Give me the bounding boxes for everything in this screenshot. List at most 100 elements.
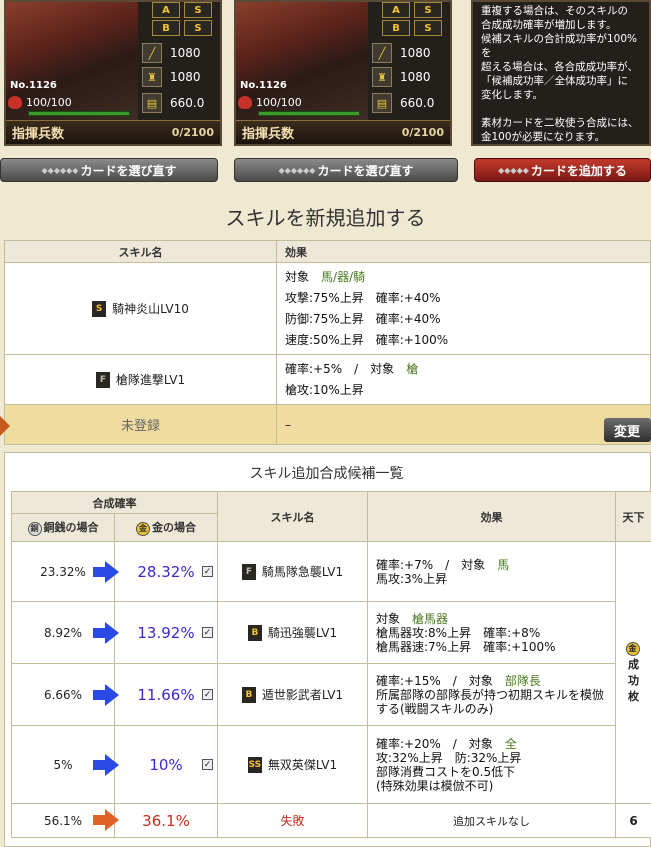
change-button[interactable]: 変更: [604, 418, 651, 442]
rank-badge: F: [241, 563, 256, 580]
candidate-row: 6.66% 11.66% ✓ B 遁世影武者LV1 確率:+15% / 対象 部隊長…: [11, 663, 651, 726]
info-line: 変化します。: [481, 89, 543, 101]
info-line: 素材カードを二枚使う合成には、: [481, 117, 639, 129]
book-icon: ▤: [372, 93, 392, 113]
armor-icon: ♜: [142, 67, 162, 87]
side-header: 天下: [615, 491, 651, 542]
gold-coin-icon: 金: [625, 641, 640, 656]
arrow-icon: [93, 684, 119, 706]
skill-table: スキル名 効果 S 騎神炎山LV10 対象 馬/器/騎 攻撃:75%上昇 確率:+…: [4, 240, 651, 445]
effect-header: 効果: [367, 491, 616, 542]
skill-effect: 対象 槍馬器 槍馬器攻:8%上昇 確率:+8% 槍馬器速:7%上昇 確率:+100%: [367, 601, 616, 664]
skill-name: 遁世影武者LV1: [261, 688, 344, 702]
hp-bar: [258, 111, 360, 116]
skill-row: F 槍隊進撃LV1 確率:+5% / 対象 槍 槍攻:10%上昇: [4, 354, 651, 405]
arrow-icon: [93, 561, 119, 583]
checkbox-icon[interactable]: ✓: [202, 689, 213, 700]
heart-icon: [8, 96, 22, 109]
candidate-panel: スキル追加合成候補一覧 合成確率 スキル名 効果 天下 銅銅銭の場合 金金の場合…: [4, 452, 651, 847]
unregistered-row[interactable]: 未登録 –: [4, 404, 651, 445]
row-pointer-icon: [0, 416, 10, 436]
gold-coin-icon: 金: [136, 521, 150, 536]
skill-effect: 確率:+20% / 対象 全攻:32%上昇 防:32%上昇 部隊消費コストを0.5…: [367, 725, 616, 804]
candidate-row: 5% 10% ✓ SS 無双英傑LV1 確率:+20% / 対象 全攻:32%上昇 …: [11, 725, 651, 804]
info-line: 金100が必要になります。: [481, 131, 605, 143]
checkbox-icon[interactable]: ✓: [202, 566, 213, 577]
rank-badge: S: [92, 300, 107, 317]
add-card-button[interactable]: ◆◆◆◆◆ カードを追加する: [474, 158, 651, 182]
spd-stat: ▤ 660.0: [142, 92, 204, 114]
side-bottom: 6: [615, 803, 651, 838]
card-skill-badges: BS: [382, 20, 442, 36]
unregistered-effect: –: [276, 404, 651, 445]
unregistered-label: 未登録: [4, 404, 277, 445]
skill-name: 騎迅強襲LV1: [267, 626, 338, 640]
armor-icon: ♜: [372, 67, 392, 87]
skill-name: 無双英傑LV1: [267, 758, 338, 772]
info-line: 重複する場合は、そのスキルの: [481, 5, 628, 17]
card-skill-badges: AS: [152, 2, 212, 18]
checkbox-icon[interactable]: ✓: [202, 627, 213, 638]
card-skill-badges: AS: [382, 2, 442, 18]
atk-stat: ╱ 1080: [142, 42, 201, 64]
atk-stat: ╱ 1080: [372, 42, 431, 64]
arrow-icon: [93, 809, 119, 831]
skill-name-header: スキル名: [4, 240, 277, 263]
rank-badge: B: [247, 624, 262, 641]
hp-bar: [28, 111, 130, 116]
candidate-title: スキル追加合成候補一覧: [249, 466, 404, 482]
skill-name: 騎馬隊急襲LV1: [261, 565, 344, 579]
def-stat: ♜ 1080: [372, 66, 431, 88]
arrow-icon: [93, 622, 119, 644]
hp-display: 100/100: [238, 96, 302, 109]
info-box: 重複する場合は、そのスキルの 合成成功確率が増加します。 候補スキルの合計成功率…: [471, 0, 651, 146]
page-heading: スキルを新規追加する: [225, 206, 426, 230]
info-line: 合成成功確率が増加します。: [481, 19, 617, 31]
copper-coin-icon: 銅: [27, 521, 42, 536]
fail-row: 56.1% 36.1% 失敗 追加スキルなし 6: [11, 803, 651, 838]
candidate-table: 合成確率 スキル名 効果 天下 銅銅銭の場合 金金の場合 23.32% 28.3…: [11, 491, 651, 838]
fail-label: 失敗: [217, 803, 368, 838]
card-number: No.1126: [10, 80, 57, 91]
checkbox-icon[interactable]: ✓: [202, 759, 213, 770]
def-stat: ♜ 1080: [142, 66, 201, 88]
spear-icon: ╱: [372, 43, 392, 63]
hp-display: 100/100: [8, 96, 72, 109]
heart-icon: [238, 96, 252, 109]
effect-header: 効果: [276, 240, 651, 263]
skill-name-header: スキル名: [217, 491, 368, 542]
rate-header: 合成確率: [11, 491, 218, 514]
skill-effect: 確率:+5% / 対象 槍 槍攻:10%上昇: [276, 354, 651, 405]
material-card-2[interactable]: AS BS ╱ 1080 ♜ 1080 ▤ 660.0 No.1126 100/100…: [234, 0, 452, 146]
info-line: [481, 102, 641, 116]
rank-badge: SS: [247, 756, 262, 773]
gold-rate: 36.1%: [142, 811, 190, 830]
candidate-row: 23.32% 28.32% ✓ F 騎馬隊急襲LV1 確率:+7% / 対象 馬馬攻…: [11, 541, 651, 804]
material-card-1[interactable]: AS BS ╱ 1080 ♜ 1080 ▤ 660.0 No.1126 100/100…: [4, 0, 222, 146]
reselect-card-button-2[interactable]: ◆◆◆◆◆◆ カードを選び直す: [234, 158, 458, 182]
info-line: 超える場合は、各合成成功率が、: [481, 61, 638, 73]
info-line: 「候補成功率／全体成功率」に: [481, 75, 628, 87]
book-icon: ▤: [142, 93, 162, 113]
spd-stat: ▤ 660.0: [372, 92, 434, 114]
skill-effect: 確率:+7% / 対象 馬馬攻:3%上昇: [367, 541, 616, 602]
rank-badge: B: [241, 686, 256, 703]
card-area: AS BS ╱ 1080 ♜ 1080 ▤ 660.0 No.1126 100/100…: [0, 0, 651, 195]
card-skill-badges: BS: [152, 20, 212, 36]
copper-header: 銅銭の場合: [43, 521, 99, 535]
skill-name: 槍隊進撃LV1: [115, 373, 186, 387]
spear-icon: ╱: [142, 43, 162, 63]
card-number: No.1126: [240, 80, 287, 91]
command-bar: 指揮兵数 0/2100: [6, 120, 220, 144]
skill-effect: 対象 馬/器/騎 攻撃:75%上昇 確率:+40% 防御:75%上昇 確率:+4…: [276, 262, 651, 355]
fail-effect: 追加スキルなし: [367, 803, 616, 838]
arrow-icon: [93, 754, 119, 776]
skill-name: 騎神炎山LV10: [112, 302, 189, 316]
rank-badge: F: [95, 371, 110, 388]
candidate-row: 8.92% 13.92% ✓ B 騎迅強襲LV1 対象 槍馬器 槍馬器攻:8%上昇 確…: [11, 601, 651, 664]
info-line: 候補スキルの合計成功率が100%を: [481, 33, 638, 59]
side-cell: 金成功枚: [615, 541, 651, 804]
command-bar: 指揮兵数 0/2100: [236, 120, 450, 144]
skill-effect: 確率:+15% / 対象 部隊長 所属部隊の部隊長が持つ初期スキルを模倣 する(戦闘…: [367, 663, 616, 726]
reselect-card-button-1[interactable]: ◆◆◆◆◆◆ カードを選び直す: [0, 158, 218, 182]
